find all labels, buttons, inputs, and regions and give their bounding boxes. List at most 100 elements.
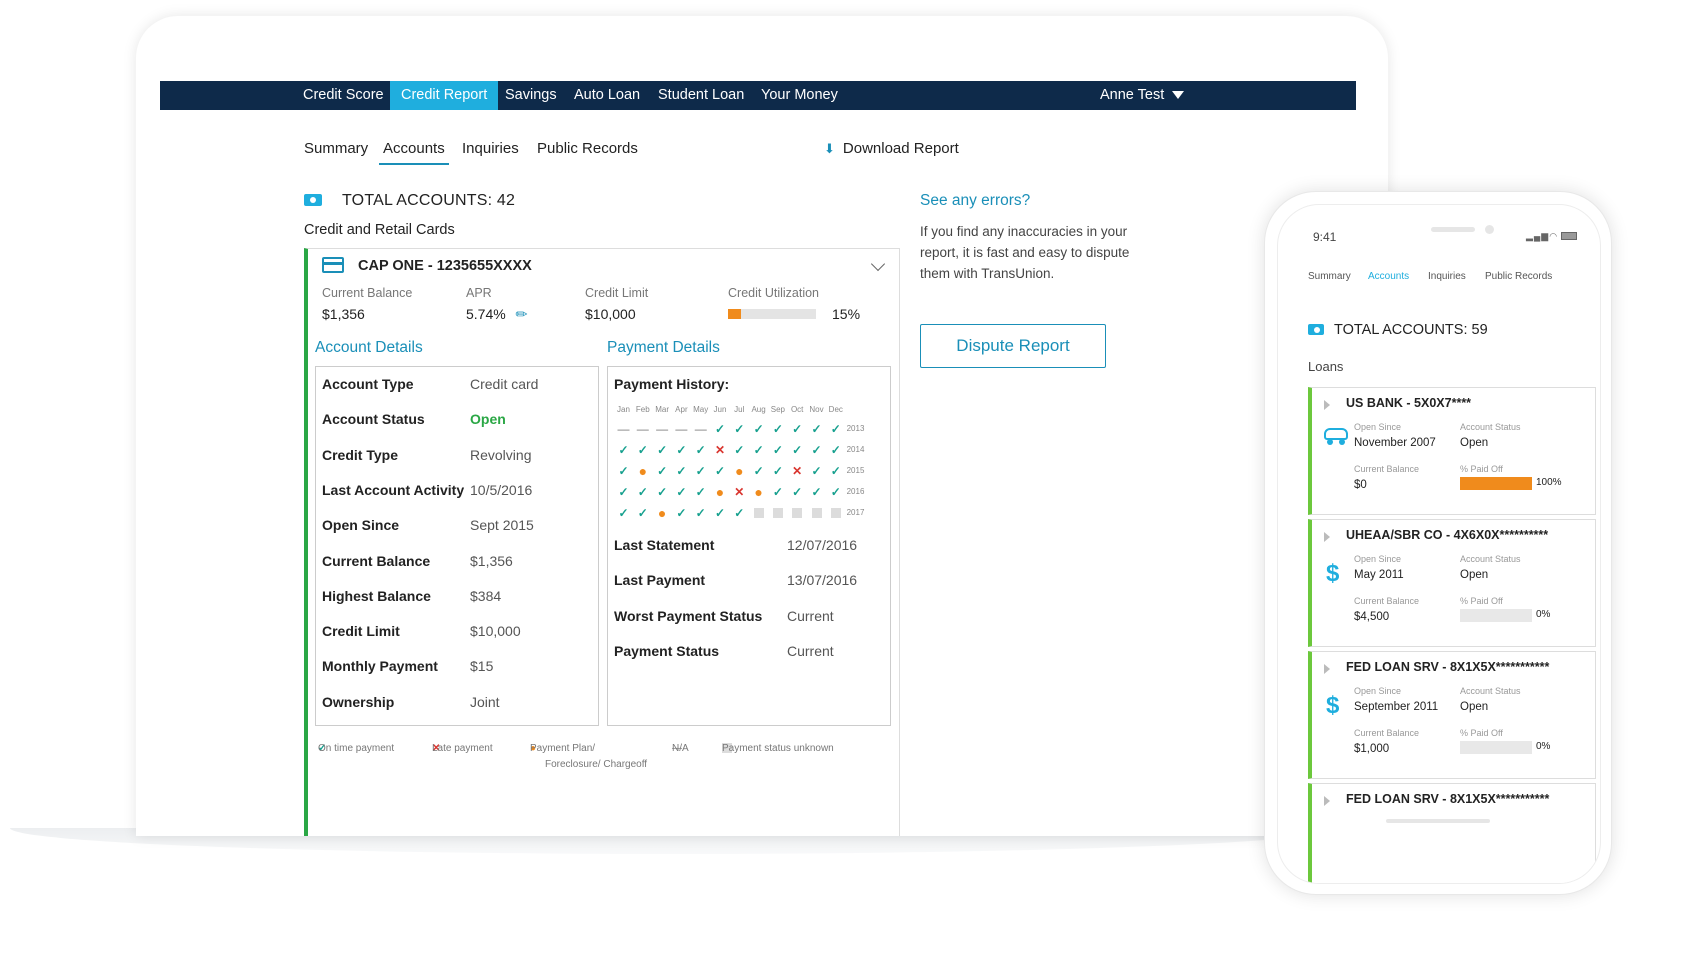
mobile-tab-summary[interactable]: Summary (1308, 271, 1351, 282)
collapse-chevron-icon[interactable] (870, 256, 886, 272)
user-name: Anne Test (1100, 87, 1165, 103)
payment-row: Payment Status Current (614, 643, 834, 659)
detail-label: Ownership (322, 693, 395, 710)
metric-value: 5.74% (466, 306, 506, 322)
total-accounts: TOTAL ACCOUNTS: 42 (304, 192, 515, 210)
mobile-loan-card[interactable]: US BANK - 5X0X7**** Open Since November 20… (1308, 387, 1596, 515)
account-status-label: Account Status (1460, 686, 1521, 696)
mobile-tab-public-records[interactable]: Public Records (1485, 271, 1552, 282)
tab-auto-loan[interactable]: Auto Loan (563, 81, 651, 110)
account-name: CAP ONE - 1235655XXXX (358, 258, 532, 274)
open-since-label: Open Since (1354, 554, 1402, 564)
detail-value: Sept 2015 (470, 517, 534, 534)
check-icon: ✓ (772, 443, 783, 457)
open-since-label: Open Since (1354, 422, 1402, 432)
detail-row: Open Since Sept 2015 (322, 517, 534, 533)
check-icon: ✓ (676, 443, 687, 457)
account-status-value: Open (1460, 437, 1489, 449)
account-details-box: Account Type Credit card Account Status Ope… (315, 366, 599, 726)
expand-arrow-icon[interactable] (1324, 532, 1330, 542)
detail-value: Credit card (470, 376, 539, 392)
paid-off-fill (1460, 477, 1532, 490)
detail-label: Open Since (322, 517, 400, 534)
home-indicator (1386, 819, 1490, 823)
dot-icon: ● (715, 484, 725, 500)
check-icon: ✓ (734, 422, 745, 436)
dot-icon: ● (735, 463, 744, 479)
tab-credit-score[interactable]: Credit Score (292, 81, 395, 110)
dash-icon: — (675, 422, 688, 436)
check-icon: ✓ (695, 485, 706, 499)
detail-row: Ownership Joint (322, 694, 500, 710)
mobile-loan-card[interactable]: FED LOAN SRV - 8X1X5X*********** $ Open Si… (1308, 651, 1596, 779)
check-icon: ✓ (676, 485, 687, 499)
metric-label: APR (466, 286, 492, 300)
month-label: May (693, 405, 709, 414)
expand-arrow-icon[interactable] (1324, 664, 1330, 674)
check-icon: ✓ (695, 506, 706, 520)
account-details-title: Account Details (315, 339, 423, 356)
payment-row: Last Payment 13/07/2016 (614, 572, 857, 588)
car-icon (1324, 428, 1348, 445)
mobile-loan-card[interactable]: FED LOAN SRV - 8X1X5X*********** (1308, 783, 1596, 883)
expand-arrow-icon[interactable] (1324, 796, 1330, 806)
unknown-square-icon (807, 503, 826, 523)
user-menu[interactable]: Anne Test (1100, 81, 1185, 110)
edit-pencil-icon[interactable]: ✎ (511, 304, 531, 324)
expand-arrow-icon[interactable] (1324, 400, 1330, 410)
detail-row: Highest Balance $384 (322, 588, 501, 604)
status-icons: ▂▄▆◠ (1526, 231, 1578, 242)
current-balance-value: $1,000 (1354, 743, 1390, 755)
wifi-icon: ◠ (1549, 231, 1559, 241)
check-icon: ✓ (618, 464, 629, 478)
mobile-total-accounts: TOTAL ACCOUNTS: 59 (1308, 322, 1488, 338)
payment-row: Last Statement 12/07/2016 (614, 537, 857, 553)
tab-your-money[interactable]: Your Money (750, 81, 849, 110)
month-label: Feb (635, 405, 650, 414)
payment-history-title: Payment History: (614, 376, 730, 392)
check-icon: ✓ (830, 443, 841, 457)
check-icon: ✓ (830, 464, 841, 478)
dollar-icon: $ (1326, 560, 1340, 587)
current-balance-label: Current Balance (1354, 728, 1420, 738)
tab-credit-report[interactable]: Credit Report (390, 81, 499, 110)
credit-card-icon (322, 257, 344, 273)
x-icon: ✕ (792, 464, 803, 478)
subtab-public-records[interactable]: Public Records (537, 140, 638, 163)
month-label: Jan (617, 405, 630, 414)
subtab-accounts[interactable]: Accounts (379, 140, 449, 165)
dispute-report-button[interactable]: Dispute Report (920, 324, 1106, 368)
dot-icon: ● (638, 463, 648, 479)
subtab-inquiries[interactable]: Inquiries (462, 140, 519, 163)
download-report-link[interactable]: ⬇ Download Report (824, 140, 959, 157)
check-icon: ✓ (811, 443, 822, 457)
account-header: CAP ONE - 1235655XXXX (322, 257, 532, 274)
utilization-fill (728, 309, 742, 319)
money-icon (1308, 324, 1324, 335)
legend-label: Late payment (432, 743, 493, 754)
check-icon: ✓ (657, 485, 668, 499)
mobile-tab-inquiries[interactable]: Inquiries (1428, 271, 1466, 282)
account-status-label: Account Status (1460, 554, 1521, 564)
month-label: Apr (675, 405, 688, 414)
detail-label: Monthly Payment (322, 658, 438, 675)
paid-off-bar (1460, 609, 1532, 622)
tab-savings[interactable]: Savings (494, 81, 568, 110)
detail-value: 10/5/2016 (470, 481, 533, 498)
dot-icon: ● (657, 505, 667, 521)
open-since-label: Open Since (1354, 686, 1402, 696)
check-icon: ✓ (753, 443, 764, 457)
mobile-loan-card[interactable]: UHEAA/SBR CO - 4X6X0X********** $ Open Sin… (1308, 519, 1596, 647)
unknown-square-icon (749, 503, 768, 523)
mobile-tab-accounts[interactable]: Accounts (1368, 271, 1409, 282)
tab-student-loan[interactable]: Student Loan (647, 81, 755, 110)
check-icon: ✓ (695, 464, 706, 478)
check-icon: ✓ (734, 443, 745, 457)
detail-value: $15 (470, 658, 494, 675)
check-icon: ✓ (637, 485, 648, 499)
status-time: 9:41 (1313, 230, 1337, 244)
phone-frame: 9:41 ▂▄▆◠ Summary Accounts Inquiries Pub… (1264, 191, 1612, 895)
check-icon: ✓ (657, 464, 668, 478)
detail-row: Account Status Open (322, 411, 506, 427)
subtab-summary[interactable]: Summary (304, 140, 368, 163)
